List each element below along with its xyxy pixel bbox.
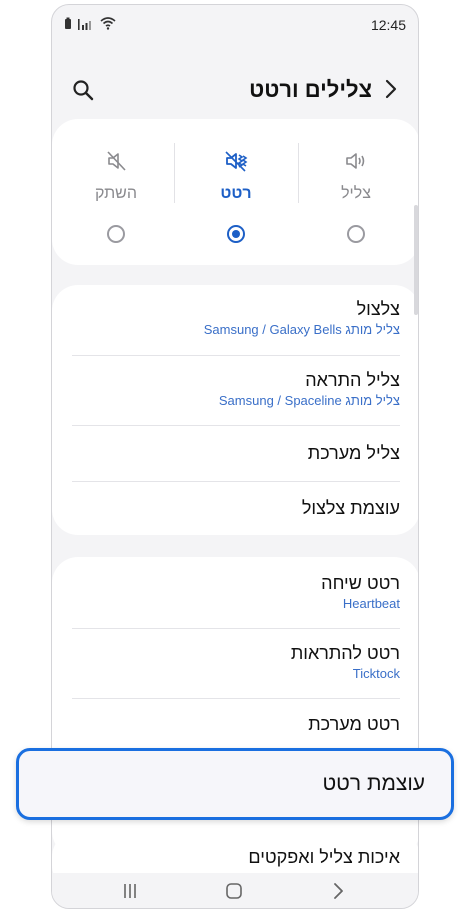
ringtone-item[interactable]: צלצול צליל מותג Samsung / Galaxy Bells: [72, 299, 400, 337]
status-time: 12:45: [370, 17, 406, 33]
app-header: צלילים ורטט: [52, 65, 418, 115]
page-title: צלילים ורטט: [249, 77, 372, 102]
notification-sound-subtitle: צליל מותג Samsung / Spaceline: [218, 393, 400, 408]
mute-icon: [107, 151, 126, 171]
wifi-icon: [100, 17, 116, 30]
notification-sound-title: צליל התראה: [305, 370, 400, 390]
row-divider: [72, 628, 400, 629]
row-divider: [72, 481, 400, 482]
ringtone-volume-title: עוצמת צלצול: [301, 498, 400, 518]
mode-mute[interactable]: השתק: [56, 119, 176, 265]
system-sound-item[interactable]: צליל מערכת: [72, 443, 400, 464]
sound-quality-title: איכות צליל ואפקטים: [248, 847, 400, 867]
call-vibration-title: רטט שיחה: [321, 573, 400, 593]
row-divider: [72, 355, 400, 356]
mode-sound-label: צליל: [341, 185, 371, 202]
vibration-intensity-title: עוצמת רטט: [322, 772, 425, 795]
scrollbar[interactable]: [414, 205, 418, 315]
mode-mute-radio[interactable]: [107, 225, 125, 243]
mode-sound[interactable]: צליל: [296, 119, 416, 265]
status-bar: 12:45: [52, 5, 418, 45]
vibrate-icon: [225, 151, 248, 172]
row-divider: [72, 425, 400, 426]
mode-mute-label: השתק: [95, 185, 137, 202]
notification-vibration-item[interactable]: רטט להתראות Ticktock: [72, 643, 400, 681]
vibration-intensity-item[interactable]: עוצמת רטט: [16, 748, 454, 820]
ringtone-volume-item[interactable]: עוצמת צלצול: [72, 498, 400, 519]
call-vibration-subtitle: Heartbeat: [342, 596, 400, 611]
navigation-bar: [52, 873, 418, 908]
speaker-icon: [346, 153, 365, 169]
battery-icon: [65, 17, 71, 29]
call-vibration-item[interactable]: רטט שיחה Heartbeat: [72, 573, 400, 611]
home-icon[interactable]: [224, 881, 244, 901]
system-sound-title: צליל מערכת: [307, 443, 400, 463]
sound-settings-group: צלצול צליל מותג Samsung / Galaxy Bells צ…: [52, 285, 418, 535]
recent-apps-icon[interactable]: [120, 881, 140, 901]
ringtone-title: צלצול: [356, 299, 400, 319]
mode-vibrate-radio[interactable]: [227, 225, 245, 243]
ringtone-subtitle: צליל מותג Samsung / Galaxy Bells: [203, 322, 400, 337]
notification-sound-item[interactable]: צליל התראה צליל מותג Samsung / Spaceline: [72, 370, 400, 408]
back-arrow-icon[interactable]: [378, 77, 402, 101]
sound-quality-item[interactable]: איכות צליל ואפקטים: [72, 847, 400, 868]
signal-icon: [78, 18, 91, 30]
notification-vibration-title: רטט להתראות: [290, 643, 400, 663]
system-vibration-title: רטט מערכת: [308, 714, 400, 734]
search-icon[interactable]: [72, 79, 94, 101]
row-divider: [72, 698, 400, 699]
status-icons: [64, 17, 116, 30]
back-icon[interactable]: [328, 881, 348, 901]
mode-vibrate[interactable]: רטט: [176, 119, 296, 265]
mode-divider: [298, 143, 299, 203]
mode-vibrate-label: רטט: [220, 185, 252, 202]
mode-sound-radio[interactable]: [347, 225, 365, 243]
sound-mode-card: צליל רטט השתק: [52, 119, 418, 265]
notification-vibration-subtitle: Ticktock: [352, 666, 400, 681]
system-vibration-item[interactable]: רטט מערכת: [72, 714, 400, 735]
